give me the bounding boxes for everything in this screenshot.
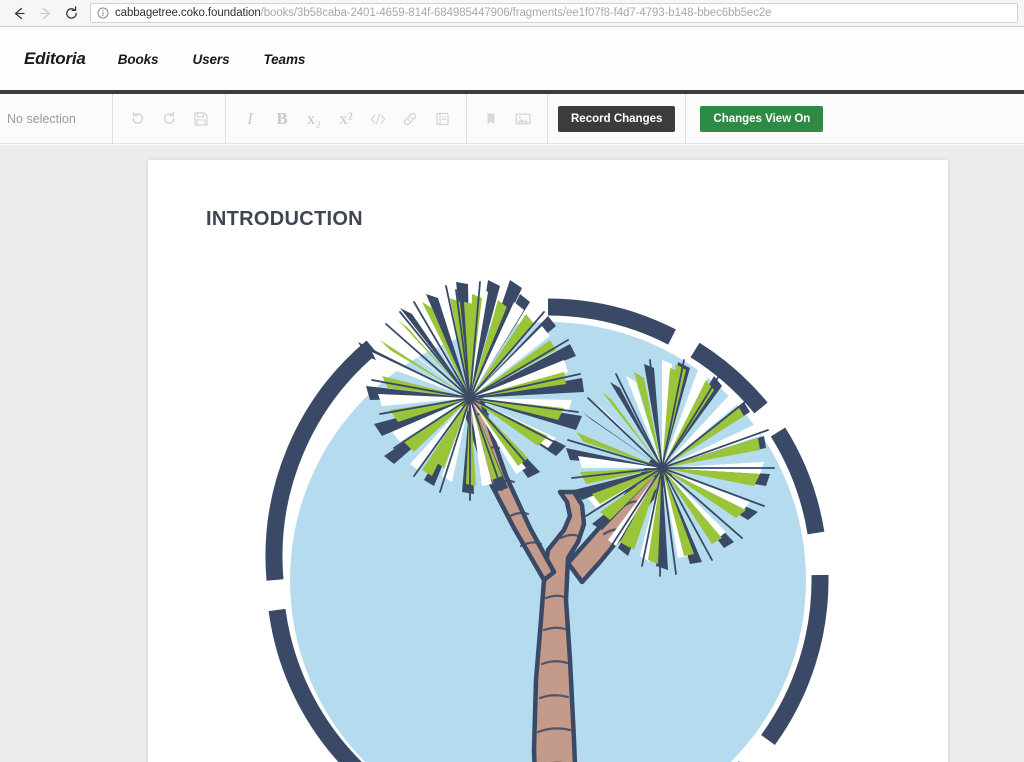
image-button[interactable] (507, 102, 539, 136)
info-circle-icon[interactable] (97, 7, 109, 19)
save-icon (194, 111, 208, 126)
document-page[interactable]: INTRODUCTION (148, 160, 948, 762)
link-button[interactable] (394, 102, 426, 136)
changes-view-group: Changes View On (686, 94, 833, 144)
browser-toolbar: cabbagetree.coko.foundation/books/3b58ca… (0, 0, 1024, 27)
editor-workspace[interactable]: INTRODUCTION (0, 145, 1024, 762)
record-changes-group: Record Changes (548, 93, 687, 144)
app-navbar: Editoria Books Users Teams (0, 28, 1024, 90)
undo-icon (132, 111, 143, 124)
format-tool-group: I B x₂ x² (226, 93, 467, 144)
url-host: cabbagetree.coko.foundation (115, 7, 261, 19)
record-changes-button[interactable]: Record Changes (558, 105, 676, 132)
url-path: /books/3b58caba-2401-4659-814f-684985447… (260, 7, 772, 19)
nav-link-users[interactable]: Users (192, 52, 229, 67)
editor-toolbar: No selection I B x₂ x² Record Changes Ch… (0, 93, 1024, 144)
code-button[interactable] (362, 102, 394, 136)
redo-button[interactable] (153, 102, 185, 136)
address-bar[interactable]: cabbagetree.coko.foundation/books/3b58ca… (90, 3, 1018, 23)
changes-view-toggle[interactable]: Changes View On (700, 105, 824, 132)
figure-container (148, 280, 948, 762)
bold-button[interactable]: B (266, 102, 298, 136)
reload-icon (65, 5, 77, 19)
insert-tool-group (467, 93, 548, 144)
bookmark-icon (487, 113, 495, 124)
image-icon (515, 113, 531, 125)
save-button[interactable] (185, 102, 217, 136)
address-bar-text: cabbagetree.coko.foundation/books/3b58ca… (115, 7, 771, 19)
nav-link-books[interactable]: Books (118, 52, 159, 67)
note-button[interactable] (426, 102, 458, 136)
redo-icon (163, 111, 174, 124)
code-icon (370, 113, 386, 124)
cabbage-tree-illustration (265, 280, 829, 762)
selection-status: No selection (0, 93, 113, 144)
brand-logo[interactable]: Editoria (24, 49, 86, 69)
back-button[interactable] (6, 0, 32, 26)
italic-button[interactable]: I (234, 102, 266, 136)
nav-link-teams[interactable]: Teams (263, 52, 305, 67)
note-icon (435, 112, 449, 125)
reload-button[interactable] (58, 0, 84, 26)
history-tool-group (113, 93, 226, 144)
arrow-right-icon (39, 7, 50, 19)
subscript-button[interactable]: x₂ (298, 102, 330, 136)
forward-button[interactable] (32, 0, 58, 26)
undo-button[interactable] (121, 102, 153, 136)
page-title: INTRODUCTION (206, 208, 363, 230)
superscript-button[interactable]: x² (330, 102, 362, 136)
link-icon (403, 112, 417, 125)
nav-links: Books Users Teams (118, 52, 340, 67)
arrow-left-icon (14, 7, 25, 19)
bookmark-button[interactable] (475, 102, 507, 136)
